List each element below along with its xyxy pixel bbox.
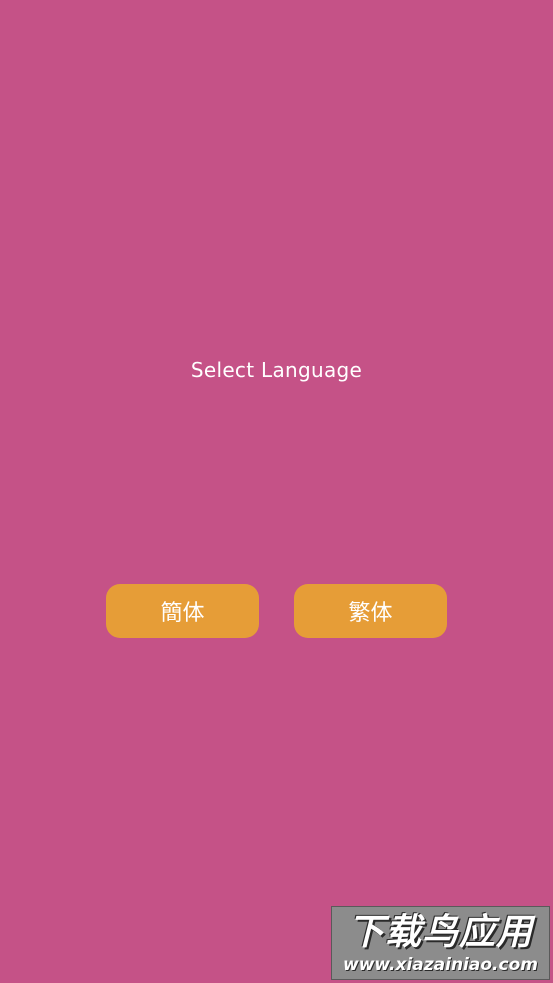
watermark-logo: 下载鸟应用 www.xiazainiao.com [331, 906, 550, 980]
watermark-url: www.xiazainiao.com [343, 955, 538, 975]
select-language-prompt: Select Language [190, 358, 363, 382]
watermark-title: 下载鸟应用 [347, 912, 533, 953]
language-select-screen: Select Language 簡体 繁体 下载鸟应用 www.xiazaini… [0, 0, 553, 983]
traditional-chinese-button[interactable]: 繁体 [294, 584, 447, 638]
simplified-chinese-button[interactable]: 簡体 [106, 584, 259, 638]
